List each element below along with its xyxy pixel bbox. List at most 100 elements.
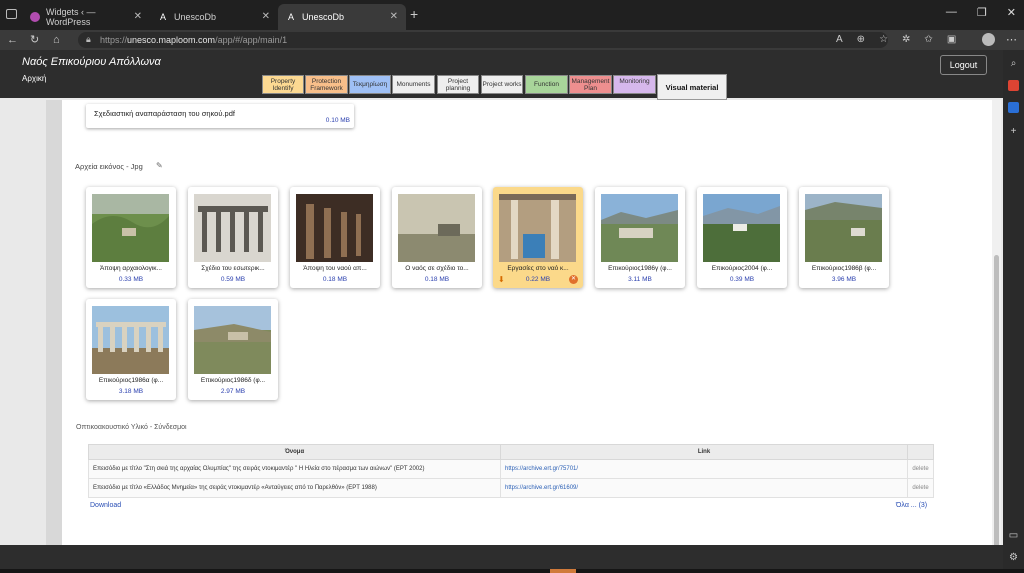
menu-tab-monitoring[interactable]: Monitoring <box>613 75 656 94</box>
image-card[interactable]: Επικούριος1986γ (φ... 3.11 MB <box>595 187 685 288</box>
browser-tab-wordpress[interactable]: Widgets ‹ — WordPress ✕ <box>22 4 150 30</box>
row-link[interactable]: https://archive.ert.gr/75701/ <box>500 459 908 479</box>
logout-button[interactable]: Logout <box>940 55 987 75</box>
delete-link[interactable]: delete <box>907 478 934 498</box>
row-link[interactable]: https://archive.ert.gr/61609/ <box>500 478 908 498</box>
shopping-icon[interactable] <box>1008 80 1019 91</box>
minimize-icon[interactable]: — <box>946 6 957 19</box>
favorites-icon[interactable]: ✩ <box>924 34 932 45</box>
image-caption: Σχέδιο του εσωτερικ... <box>201 265 265 272</box>
image-card[interactable]: Άποψη του ναού απ... 0.18 MB <box>290 187 380 288</box>
image-card-selected[interactable]: Εργασίες στο ναό κ... ⬇ 0.22 MB ✕ <box>493 187 583 288</box>
delete-link[interactable]: delete <box>907 459 934 479</box>
page-title: Ναός Επικούριου Απόλλωνα <box>22 56 161 68</box>
tab-label: UnescoDb <box>174 12 217 22</box>
document-card[interactable]: Σχεδιαστική αναπαράσταση του σηκού.pdf 0… <box>86 104 354 128</box>
back-icon[interactable]: ← <box>7 33 18 47</box>
more-icon[interactable]: ⋯ <box>1006 33 1017 46</box>
wordpress-icon <box>30 12 40 22</box>
url-field[interactable]: 🔒︎ https://unesco.maploom.com/app/#/app/… <box>78 32 888 48</box>
document-size: 0.10 MB <box>325 117 350 124</box>
image-size: 3.96 MB <box>831 276 857 283</box>
image-caption: Επικούριος1986γ (φ... <box>608 265 672 272</box>
image-size: 0.33 MB <box>118 276 144 283</box>
image-thumbnail <box>92 194 169 262</box>
favorite-icon[interactable]: ☆ <box>879 34 888 45</box>
url-path: /app/#/app/main/1 <box>215 35 288 45</box>
image-size: 3.18 MB <box>118 388 144 395</box>
column-header-name: Όνομα <box>88 444 501 460</box>
image-card[interactable]: Επικούριος1986β (φ... 3.96 MB <box>799 187 889 288</box>
menu-tab-property-identify[interactable]: Property Identify <box>262 75 304 94</box>
image-card[interactable]: Ο ναός σε σχέδιο το... 0.18 MB <box>392 187 482 288</box>
menu-tab-function[interactable]: Function <box>525 75 568 94</box>
browser-tab-unescodb[interactable]: A UnescoDb ✕ <box>150 4 278 30</box>
search-icon[interactable]: ⌕ <box>1008 58 1019 69</box>
image-thumbnail <box>92 306 169 374</box>
page-scrollbar[interactable] <box>992 100 1001 573</box>
add-icon[interactable]: + <box>1008 126 1019 137</box>
home-link[interactable]: Αρχική <box>22 74 46 83</box>
menu-tab-monuments[interactable]: Monuments <box>392 75 435 94</box>
maximize-icon[interactable]: ❐ <box>977 6 987 19</box>
image-size: 0.59 MB <box>220 276 246 283</box>
image-thumbnail <box>296 194 373 262</box>
extensions-icon[interactable]: ✲ <box>902 34 910 45</box>
image-card[interactable]: Άποψη αρχαιολογικ... 0.33 MB <box>86 187 176 288</box>
image-card[interactable]: Σχέδιο του εσωτερικ... 0.59 MB <box>188 187 278 288</box>
close-icon[interactable]: ✕ <box>134 11 142 22</box>
av-section-title: Οπτικοακουστικό Υλικό - Σύνδεσμοι <box>76 424 187 431</box>
sidebar-toggle-icon[interactable] <box>6 9 17 19</box>
close-icon[interactable]: ✕ <box>262 11 270 22</box>
url-prefix: https:// <box>100 35 128 45</box>
table-row: Επεισόδιο με τίτλο «Ελλάδος Μνημεία» της… <box>88 478 934 498</box>
taskbar <box>0 569 1024 573</box>
browser-tab-bar: Widgets ‹ — WordPress ✕ A UnescoDb ✕ A U… <box>0 0 1024 30</box>
tab-label: Widgets ‹ — WordPress <box>45 7 96 27</box>
document-name: Σχεδιαστική αναπαράσταση του σηκού.pdf <box>94 109 235 118</box>
home-icon[interactable]: ⌂ <box>53 33 60 47</box>
image-thumbnail <box>805 194 882 262</box>
close-icon[interactable]: ✕ <box>390 11 398 22</box>
download-link[interactable]: Download <box>90 502 121 509</box>
image-caption: Επικούριος1986α (φ... <box>98 377 164 384</box>
image-card[interactable]: Επικούριος1986α (φ... 3.18 MB <box>86 299 176 400</box>
address-bar-row: ← ↻ ⌂ 🔒︎ https://unesco.maploom.com/app/… <box>0 30 1024 50</box>
new-tab-icon[interactable]: + <box>410 7 418 21</box>
collections-icon[interactable]: ▣ <box>947 34 956 45</box>
translate-icon[interactable]: ⊕ <box>857 34 865 45</box>
menu-tab-visual-material[interactable]: Visual material <box>657 74 727 100</box>
taskbar-active-indicator <box>550 569 576 573</box>
refresh-icon[interactable]: ↻ <box>30 33 39 47</box>
menu-tab-protection-framework[interactable]: Protection Framework <box>305 75 348 94</box>
menu-tab-tekmiriosi[interactable]: Τεκμηρίωση <box>349 75 391 94</box>
image-caption: Άποψη του ναού απ... <box>303 265 367 272</box>
scrollbar-thumb[interactable] <box>994 255 999 573</box>
browser-tab-unescodb-active[interactable]: A UnescoDb ✕ <box>278 4 406 30</box>
image-thumbnail <box>398 194 475 262</box>
image-size: 0.18 MB <box>424 276 450 283</box>
image-thumbnail <box>703 194 780 262</box>
show-all-link[interactable]: Όλα ... (3) <box>896 502 927 509</box>
sidebar-layout-icon[interactable]: ▭ <box>1008 530 1019 541</box>
close-window-icon[interactable]: ✕ <box>1007 6 1016 19</box>
column-header-action <box>907 444 934 460</box>
settings-icon[interactable]: ⚙ <box>1008 552 1019 563</box>
profile-avatar[interactable] <box>982 33 995 46</box>
av-links-table: Όνομα Link Επεισόδιο με τίτλο "Στη σκιά … <box>88 444 934 498</box>
delete-icon[interactable]: ✕ <box>569 275 578 284</box>
menu-tab-management-plan[interactable]: Management Plan <box>569 75 612 94</box>
image-card[interactable]: Επικούριος1986δ (φ... 2.97 MB <box>188 299 278 400</box>
image-card[interactable]: Επικούριος2004 (φ... 0.39 MB <box>697 187 787 288</box>
image-size: 0.39 MB <box>729 276 755 283</box>
browser-toolbar: A ⊕ ☆ ✲ ✩ ▣ <box>836 34 956 45</box>
outlook-icon[interactable] <box>1008 102 1019 113</box>
url-host: unesco.maploom.com <box>127 35 216 45</box>
read-aloud-icon[interactable]: A <box>836 34 843 45</box>
menu-tab-project-planning[interactable]: Project planning <box>437 75 479 94</box>
edit-icon[interactable]: ✎ <box>156 161 163 170</box>
image-size: 3.11 MB <box>628 276 652 283</box>
image-caption: Ο ναός σε σχέδιο το... <box>405 265 469 272</box>
menu-tab-project-works[interactable]: Project works <box>481 75 523 94</box>
image-caption: Άποψη αρχαιολογικ... <box>100 265 162 272</box>
